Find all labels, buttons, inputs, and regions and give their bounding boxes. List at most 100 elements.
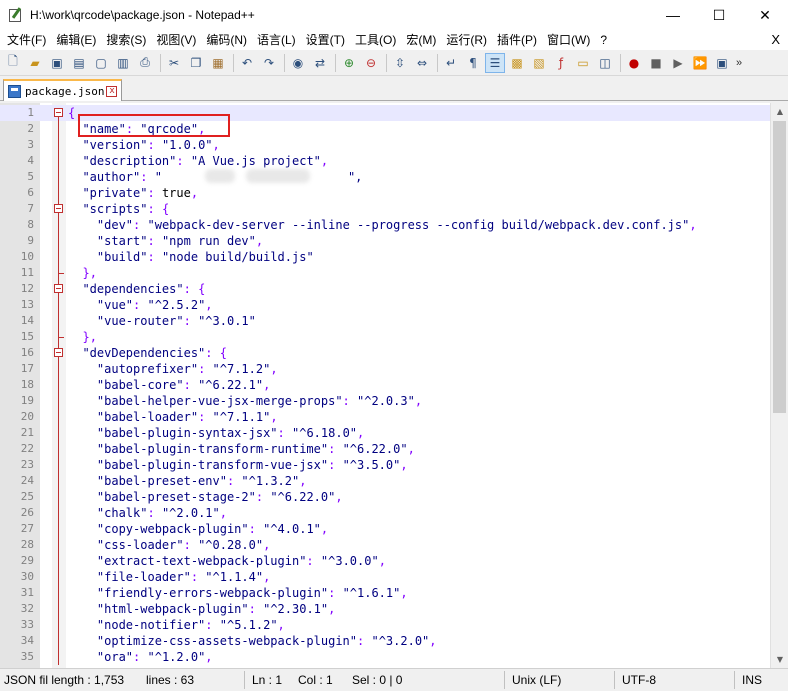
code-line[interactable]: 3 "version": "1.0.0", bbox=[0, 137, 770, 153]
zoom-out-icon[interactable]: ⊖ bbox=[361, 53, 381, 73]
menu-plugins[interactable]: 插件(P) bbox=[492, 30, 542, 50]
run-multiple-icon[interactable]: ⏩ bbox=[690, 53, 710, 73]
play-macro-icon[interactable]: ▶ bbox=[668, 53, 688, 73]
toolbar-separator bbox=[160, 53, 161, 72]
menu-macro[interactable]: 宏(M) bbox=[401, 30, 441, 50]
fold-toggle-icon[interactable] bbox=[53, 281, 65, 297]
line-number: 9 bbox=[27, 234, 34, 247]
save-macro-icon[interactable]: ▣ bbox=[712, 53, 732, 73]
code-line[interactable]: 24 "babel-preset-env": "^1.3.2", bbox=[0, 473, 770, 489]
monitoring-icon[interactable]: ◫ bbox=[595, 53, 615, 73]
copy-icon[interactable]: ❐ bbox=[186, 53, 206, 73]
menu-edit[interactable]: 编辑(E) bbox=[51, 30, 101, 50]
code-line[interactable]: 23 "babel-plugin-transform-vue-jsx": "^3… bbox=[0, 457, 770, 473]
undo-icon[interactable]: ↶ bbox=[237, 53, 257, 73]
close-icon[interactable]: ▢ bbox=[91, 53, 111, 73]
menu-language[interactable]: 语言(L) bbox=[252, 30, 301, 50]
menu-search[interactable]: 搜索(S) bbox=[101, 30, 151, 50]
sync-horizontal-icon[interactable]: ⇔ bbox=[412, 53, 432, 73]
status-separator bbox=[504, 671, 505, 689]
redo-icon[interactable]: ↷ bbox=[259, 53, 279, 73]
stop-record-icon[interactable]: ■ bbox=[646, 53, 666, 73]
close-document-button[interactable]: X bbox=[771, 30, 780, 50]
code-line[interactable]: 31 "friendly-errors-webpack-plugin": "^1… bbox=[0, 585, 770, 601]
print-icon[interactable]: ⎙ bbox=[135, 53, 155, 73]
new-file-icon[interactable]: 🗋 bbox=[3, 53, 23, 73]
code-line[interactable]: 33 "node-notifier": "^5.1.2", bbox=[0, 617, 770, 633]
code-line[interactable]: 32 "html-webpack-plugin": "^2.30.1", bbox=[0, 601, 770, 617]
code-line[interactable]: 16 "devDependencies": { bbox=[0, 345, 770, 361]
udl-icon[interactable]: ▩ bbox=[507, 53, 527, 73]
code-line[interactable]: 12 "dependencies": { bbox=[0, 281, 770, 297]
maximize-button[interactable]: ☐ bbox=[696, 0, 742, 30]
record-macro-icon[interactable]: ● bbox=[624, 53, 644, 73]
editor[interactable]: 1{2 "name": "qrcode", 3 "version": "1.0.0… bbox=[0, 103, 788, 668]
line-number: 28 bbox=[20, 538, 34, 551]
code-line[interactable]: 6 "private": true, bbox=[0, 185, 770, 201]
code-line[interactable]: 35 "ora": "^1.2.0", bbox=[0, 649, 770, 665]
code-line[interactable]: 4 "description": "A Vue.js project", bbox=[0, 153, 770, 169]
replace-icon[interactable]: ⇄ bbox=[310, 53, 330, 73]
tab-package-json[interactable]: package.json x bbox=[3, 79, 123, 101]
sync-vertical-icon[interactable]: ⇳ bbox=[390, 53, 410, 73]
cut-icon[interactable]: ✂ bbox=[164, 53, 184, 73]
tab-close-icon[interactable]: x bbox=[106, 85, 118, 97]
code-line[interactable]: 5 "author": " ", bbox=[0, 169, 770, 185]
code-line[interactable]: 17 "autoprefixer": "^7.1.2", bbox=[0, 361, 770, 377]
code-line[interactable]: 20 "babel-loader": "^7.1.1", bbox=[0, 409, 770, 425]
fold-toggle-icon[interactable] bbox=[53, 345, 65, 361]
menu-run[interactable]: 运行(R) bbox=[441, 30, 492, 50]
close-all-icon[interactable]: ▥ bbox=[113, 53, 133, 73]
line-number: 10 bbox=[20, 250, 34, 263]
code-line[interactable]: 11 }, bbox=[0, 265, 770, 281]
paste-icon[interactable]: ▦ bbox=[208, 53, 228, 73]
toolbar-overflow-icon[interactable]: » bbox=[736, 57, 742, 69]
code-line[interactable]: 14 "vue-router": "^3.0.1" bbox=[0, 313, 770, 329]
folder-workspace-icon[interactable]: ▭ bbox=[573, 53, 593, 73]
zoom-in-icon[interactable]: ⊕ bbox=[339, 53, 359, 73]
code-line[interactable]: 15 }, bbox=[0, 329, 770, 345]
menu-settings[interactable]: 设置(T) bbox=[301, 30, 350, 50]
code-line[interactable]: 8 "dev": "webpack-dev-server --inline --… bbox=[0, 217, 770, 233]
code-line[interactable]: 18 "babel-core": "^6.22.1", bbox=[0, 377, 770, 393]
code-line[interactable]: 21 "babel-plugin-syntax-jsx": "^6.18.0", bbox=[0, 425, 770, 441]
scroll-up-arrow-icon[interactable]: ▲ bbox=[771, 103, 788, 120]
code-line[interactable]: 10 "build": "node build/build.js" bbox=[0, 249, 770, 265]
close-window-button[interactable]: ✕ bbox=[742, 0, 788, 30]
open-file-icon[interactable]: ▰ bbox=[25, 53, 45, 73]
code-line[interactable]: 34 "optimize-css-assets-webpack-plugin":… bbox=[0, 633, 770, 649]
menu-encoding[interactable]: 编码(N) bbox=[201, 30, 252, 50]
find-icon[interactable]: ◉ bbox=[288, 53, 308, 73]
function-list-icon[interactable]: ƒ bbox=[551, 53, 571, 73]
scroll-thumb[interactable] bbox=[773, 121, 786, 413]
menu-file[interactable]: 文件(F) bbox=[2, 30, 51, 50]
minimize-button[interactable]: — bbox=[650, 0, 696, 30]
doc-map-icon[interactable]: ▧ bbox=[529, 53, 549, 73]
code-line[interactable]: 27 "copy-webpack-plugin": "^4.0.1", bbox=[0, 521, 770, 537]
menu-tools[interactable]: 工具(O) bbox=[350, 30, 401, 50]
code-line[interactable]: 22 "babel-plugin-transform-runtime": "^6… bbox=[0, 441, 770, 457]
code-line[interactable]: 19 "babel-helper-vue-jsx-merge-props": "… bbox=[0, 393, 770, 409]
code-line[interactable]: 9 "start": "npm run dev", bbox=[0, 233, 770, 249]
vertical-scrollbar[interactable]: ▲ ▼ bbox=[770, 103, 788, 668]
code-line[interactable]: 29 "extract-text-webpack-plugin": "^3.0.… bbox=[0, 553, 770, 569]
code-text: "babel-preset-stage-2": "^6.22.0", bbox=[96, 490, 343, 504]
save-icon[interactable]: ▣ bbox=[47, 53, 67, 73]
fold-toggle-icon[interactable] bbox=[53, 105, 65, 121]
menu-window[interactable]: 窗口(W) bbox=[542, 30, 595, 50]
scroll-down-arrow-icon[interactable]: ▼ bbox=[771, 651, 788, 668]
show-all-chars-icon[interactable]: ¶ bbox=[463, 53, 483, 73]
menu-view[interactable]: 视图(V) bbox=[151, 30, 201, 50]
code-line[interactable]: 25 "babel-preset-stage-2": "^6.22.0", bbox=[0, 489, 770, 505]
code-line[interactable]: 30 "file-loader": "^1.1.4", bbox=[0, 569, 770, 585]
code-line[interactable]: 13 "vue": "^2.5.2", bbox=[0, 297, 770, 313]
code-line[interactable]: 28 "css-loader": "^0.28.0", bbox=[0, 537, 770, 553]
indent-guide-icon[interactable]: ☰ bbox=[485, 52, 505, 73]
word-wrap-icon[interactable]: ↵ bbox=[441, 53, 461, 73]
code-line[interactable]: 26 "chalk": "^2.0.1", bbox=[0, 505, 770, 521]
fold-toggle-icon[interactable] bbox=[53, 201, 65, 217]
code-area[interactable]: 1{2 "name": "qrcode", 3 "version": "1.0.0… bbox=[0, 105, 770, 665]
code-line[interactable]: 7 "scripts": { bbox=[0, 201, 770, 217]
menu-help[interactable]: ? bbox=[595, 30, 612, 50]
save-all-icon[interactable]: ▤ bbox=[69, 53, 89, 73]
